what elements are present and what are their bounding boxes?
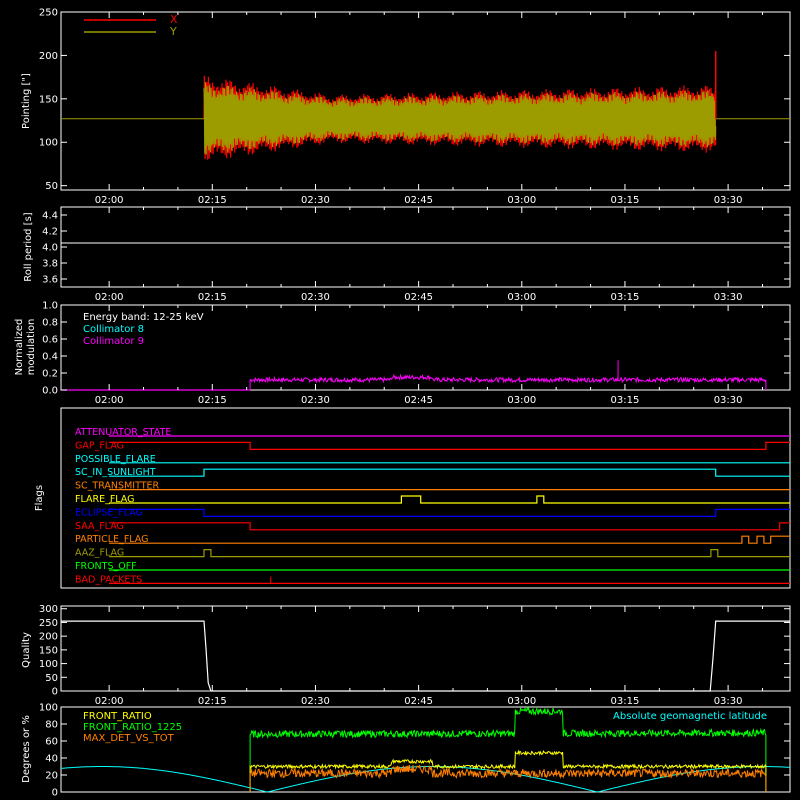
y-tick-label: 50 — [45, 673, 58, 684]
x-tick-label: 02:15 — [198, 696, 227, 707]
y-tick-label: 1.0 — [42, 301, 58, 312]
x-tick-label: 03:30 — [714, 696, 743, 707]
x-tick-label: 02:00 — [95, 195, 124, 206]
y-tick-label: 250 — [39, 618, 58, 629]
y-tick-label: 150 — [39, 645, 58, 656]
flag-label: BAD_PACKETS — [75, 574, 142, 585]
x-tick-label: 02:45 — [404, 696, 433, 707]
x-tick-label: 03:15 — [611, 696, 640, 707]
flag-label: FRONTS_OFF — [75, 561, 137, 572]
x-tick-label: 02:45 — [404, 195, 433, 206]
flag-label: ATTENUATOR_STATE — [75, 427, 171, 438]
x-tick-label: 02:00 — [95, 696, 124, 707]
y-tick-label: 0.4 — [42, 352, 58, 363]
x-tick-label: 02:00 — [95, 292, 124, 303]
quality-ylabel: Quality — [21, 632, 32, 668]
y-tick-label: 0 — [52, 687, 58, 698]
flag-label: GAP_FLAG — [75, 440, 124, 451]
y-tick-label: 0 — [52, 788, 58, 799]
flag-label: SC_IN_SUNLIGHT — [75, 467, 156, 478]
y-tick-label: 150 — [39, 94, 58, 105]
roll-ylabel: Roll period [s] — [23, 212, 34, 281]
flag-label: AAZ_FLAG — [75, 548, 124, 559]
x-tick-label: 03:00 — [507, 696, 536, 707]
x-tick-label: 03:30 — [714, 195, 743, 206]
x-tick-label: 02:15 — [198, 395, 227, 406]
x-tick-label: 02:45 — [404, 395, 433, 406]
ratios-ylabel: Degrees or % — [21, 715, 32, 783]
x-tick-label: 02:30 — [301, 395, 330, 406]
flag-label: SC_TRANSMITTER — [75, 481, 160, 492]
summary-plot: 50100150200250 02:00 02:15 02:30 02:45 03:00… — [0, 0, 800, 800]
x-tick-label: 02:30 — [301, 696, 330, 707]
flag-label: PARTICLE_FLAG — [75, 534, 148, 545]
x-tick-label: 03:00 — [507, 395, 536, 406]
x-tick-label: 03:15 — [611, 195, 640, 206]
flags-ylabel: Flags — [34, 485, 45, 511]
flag-label: POSSIBLE_FLARE — [75, 454, 156, 465]
y-tick-label: 3.8 — [42, 259, 58, 270]
x-tick-label: 02:30 — [301, 195, 330, 206]
legend-collimator-9: Collimator 9 — [83, 336, 144, 347]
y-tick-label: 80 — [45, 720, 58, 731]
x-tick-label: 02:45 — [404, 292, 433, 303]
flag-label: ECLIPSE_FLAG — [75, 507, 143, 518]
legend-max-det: MAX_DET_VS_TOT — [83, 733, 175, 744]
x-tick-label: 02:15 — [198, 195, 227, 206]
y-tick-label: 4.4 — [42, 211, 58, 222]
flag-label: SAA_FLAG — [75, 521, 124, 532]
x-tick-label: 03:30 — [714, 292, 743, 303]
x-tick-label: 02:00 — [95, 395, 124, 406]
legend-energy-band: Energy band: 12-25 keV — [83, 312, 204, 323]
y-tick-label: 0.6 — [42, 335, 58, 346]
legend-front-ratio-1225: FRONT_RATIO_1225 — [83, 722, 182, 733]
y-tick-label: 50 — [45, 181, 58, 192]
x-tick-label: 03:00 — [507, 292, 536, 303]
modulation-ylabel-1: Normalized — [14, 319, 25, 376]
pointing-ylabel: Pointing ["] — [21, 73, 32, 129]
y-tick-label: 0.0 — [42, 386, 58, 397]
y-tick-label: 100 — [39, 138, 58, 149]
legend-y: Y — [169, 25, 177, 38]
y-tick-label: 100 — [39, 703, 58, 714]
y-tick-label: 4.0 — [42, 243, 58, 254]
x-tick-label: 03:15 — [611, 395, 640, 406]
y-tick-label: 60 — [45, 737, 58, 748]
legend-front-ratio: FRONT_RATIO — [83, 711, 152, 722]
x-tick-label: 03:00 — [507, 195, 536, 206]
y-tick-label: 100 — [39, 659, 58, 670]
flag-label: FLARE_FLAG — [75, 494, 135, 505]
y-tick-label: 250 — [39, 8, 58, 19]
geomagnetic-label: Absolute geomagnetic latitude — [613, 711, 767, 722]
y-tick-label: 20 — [45, 771, 58, 782]
y-tick-label: 0.2 — [42, 369, 58, 380]
x-tick-label: 03:15 — [611, 292, 640, 303]
x-tick-label: 02:15 — [198, 292, 227, 303]
legend-collimator-8: Collimator 8 — [83, 324, 144, 335]
y-tick-label: 4.2 — [42, 227, 58, 238]
x-tick-label: 02:30 — [301, 292, 330, 303]
y-tick-label: 3.6 — [42, 275, 58, 286]
y-tick-label: 40 — [45, 754, 58, 765]
y-tick-label: 200 — [39, 51, 58, 62]
modulation-ylabel-2: modulation — [26, 319, 37, 376]
x-tick-label: 03:30 — [714, 395, 743, 406]
y-tick-label: 200 — [39, 632, 58, 643]
y-tick-label: 0.8 — [42, 318, 58, 329]
y-tick-label: 300 — [39, 604, 58, 615]
